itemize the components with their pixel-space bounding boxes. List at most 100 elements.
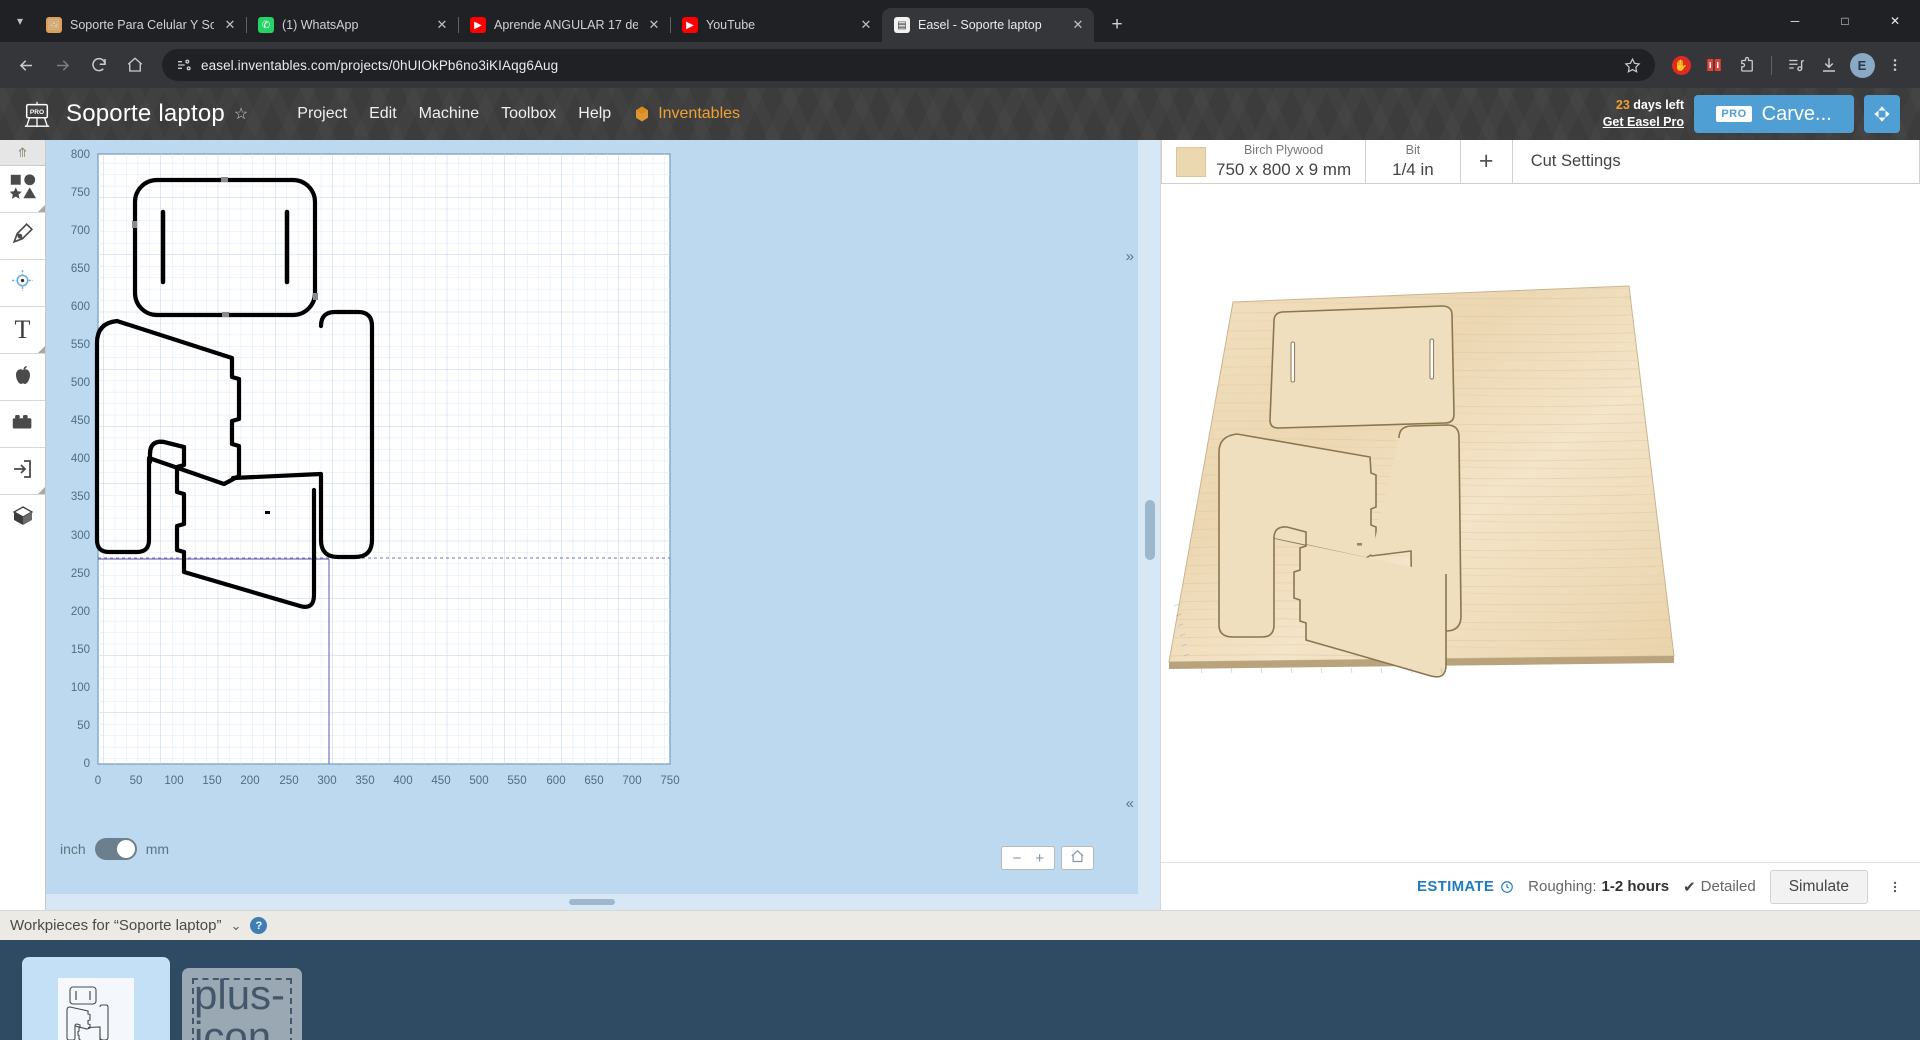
bookmark-star-icon[interactable] [1617, 50, 1647, 80]
canvas-vertical-scrollbar[interactable] [1138, 140, 1160, 910]
design-canvas[interactable]: 800 750 700 650 600 550 500 450 400 350 … [46, 140, 1160, 910]
forward-icon[interactable] [46, 49, 79, 82]
chevron-up-double-icon[interactable]: ⤊ [0, 140, 45, 166]
tab-close-icon[interactable]: ✕ [1070, 17, 1086, 33]
window-maximize-button[interactable]: □ [1820, 0, 1870, 42]
unit-inch-label: inch [60, 841, 86, 857]
svg-text:750: 750 [660, 775, 679, 787]
chevron-double-down-icon[interactable]: ⌄ [231, 918, 242, 934]
workpiece-thumbnail-1[interactable] [22, 957, 170, 1040]
svg-text:800: 800 [71, 149, 90, 161]
estimate-label: ESTIMATE [1417, 878, 1495, 895]
menu-toolbox[interactable]: Toolbox [490, 97, 567, 131]
browser-tab-strip: ▾ 🖼 Soporte Para Celular Y Soporte ✕ ✆ (… [0, 0, 1920, 42]
unit-toggle-switch[interactable] [94, 838, 137, 860]
whatsapp-icon: ✆ [258, 17, 274, 33]
estimate-bar: ESTIMATE Roughing: 1-2 hours ✔ Detailed … [1161, 862, 1920, 910]
svg-text:600: 600 [546, 775, 565, 787]
zoom-buttons-group[interactable]: − + [1001, 846, 1055, 870]
chevron-left-icon[interactable]: « [1126, 795, 1134, 812]
bit-label: Bit [1405, 143, 1421, 158]
bit-value: 1/4 in [1392, 159, 1434, 179]
browser-tab-0[interactable]: 🖼 Soporte Para Celular Y Soporte ✕ [34, 8, 247, 42]
material-selector[interactable]: Birch Plywood 750 x 800 x 9 mm [1162, 140, 1367, 183]
star-outline-icon[interactable]: ☆ [234, 104, 248, 124]
workpieces-title: Workpieces for “Soporte laptop” [10, 917, 222, 934]
blocks-tool[interactable] [0, 401, 45, 448]
canvas-svg[interactable]: 800 750 700 650 600 550 500 450 400 350 … [46, 140, 1160, 910]
browser-tab-4-active[interactable]: ▤ Easel - Soporte laptop ✕ [882, 8, 1094, 42]
scrollbar-thumb[interactable] [1145, 500, 1155, 560]
add-workpiece-button[interactable]: plus-icon [182, 968, 302, 1040]
window-minimize-button[interactable]: ─ [1770, 0, 1820, 42]
cut-settings-button[interactable]: Cut Settings [1513, 140, 1639, 183]
tab-close-icon[interactable]: ✕ [858, 17, 874, 33]
carve-button[interactable]: PRO Carve... [1694, 95, 1854, 133]
menu-help[interactable]: Help [567, 97, 622, 131]
profile-avatar-icon[interactable]: E [1847, 50, 1877, 80]
get-easel-pro-link[interactable]: Get Easel Pro [1603, 114, 1684, 131]
new-tab-button[interactable]: + [1102, 10, 1132, 40]
tool-rail: ⤊ T [0, 140, 46, 910]
preview-svg[interactable] [1161, 184, 1920, 784]
browser-tab-3[interactable]: ▶ YouTube ✕ [670, 8, 883, 42]
window-close-button[interactable]: ✕ [1870, 0, 1920, 42]
zoom-in-button[interactable]: + [1035, 850, 1044, 867]
home-icon [1070, 849, 1085, 868]
menu-project[interactable]: Project [286, 97, 358, 131]
browser-toolbar: easel.inventables.com/projects/0hUIOkPb6… [0, 42, 1920, 88]
address-bar[interactable]: easel.inventables.com/projects/0hUIOkPb6… [162, 49, 1655, 81]
browser-tab-2[interactable]: ▶ Aprende ANGULAR 17 desde c ✕ [458, 8, 671, 42]
adblock-icon[interactable]: ✋ [1666, 50, 1696, 80]
pen-tool[interactable] [0, 213, 45, 260]
svg-text:750: 750 [71, 187, 90, 199]
reload-icon[interactable] [82, 49, 115, 82]
tab-close-icon[interactable]: ✕ [646, 17, 662, 33]
menu-machine[interactable]: Machine [408, 97, 490, 131]
text-tool[interactable]: T [0, 307, 45, 354]
zoom-home-button[interactable] [1061, 846, 1094, 870]
shapes-tool[interactable] [0, 166, 45, 213]
browser-tab-1[interactable]: ✆ (1) WhatsApp ✕ [246, 8, 459, 42]
dictionary-icon[interactable] [1699, 50, 1729, 80]
simulate-button[interactable]: Simulate [1769, 869, 1868, 904]
chrome-menu-icon[interactable] [1880, 50, 1910, 80]
svg-text:400: 400 [393, 775, 412, 787]
chevron-right-icon[interactable]: » [1126, 248, 1134, 265]
help-icon[interactable]: ? [250, 917, 268, 934]
horizontal-splitter[interactable] [46, 894, 1138, 910]
downloads-icon[interactable] [1814, 50, 1844, 80]
small-detail-cut [265, 511, 270, 514]
inventables-logo-icon [633, 105, 651, 123]
back-icon[interactable] [10, 49, 43, 82]
svg-text:250: 250 [279, 775, 298, 787]
svg-text:400: 400 [71, 453, 90, 465]
image-icon: 🖼 [46, 17, 62, 33]
extensions-icon[interactable] [1732, 50, 1762, 80]
tab-title: YouTube [706, 18, 756, 32]
home-icon[interactable] [118, 49, 151, 82]
easel-pro-logo[interactable]: PRO [20, 97, 54, 131]
tab-close-icon[interactable]: ✕ [434, 17, 450, 33]
three-d-preview[interactable] [1161, 184, 1920, 862]
tab-list-chevron-icon[interactable]: ▾ [6, 0, 34, 42]
threed-tool[interactable] [0, 495, 45, 542]
bit-selector[interactable]: Bit 1/4 in [1366, 140, 1461, 183]
apps-tool[interactable] [0, 354, 45, 401]
center-point-tool[interactable] [0, 260, 45, 307]
media-playlist-icon[interactable] [1781, 50, 1811, 80]
zoom-out-button[interactable]: − [1012, 850, 1021, 867]
kebab-menu-icon[interactable] [1882, 870, 1908, 904]
carve-label: Carve... [1761, 102, 1832, 125]
tab-close-icon[interactable]: ✕ [222, 17, 238, 33]
svg-text:500: 500 [71, 377, 90, 389]
site-info-icon[interactable] [176, 57, 192, 73]
inventables-link[interactable]: Inventables [622, 97, 751, 131]
splitter-grip[interactable] [569, 899, 615, 905]
clock-icon[interactable] [1500, 880, 1514, 894]
move-arrows-icon[interactable] [1864, 95, 1900, 133]
unit-toggle[interactable]: inch mm [60, 838, 169, 860]
import-tool[interactable] [0, 448, 45, 495]
menu-edit[interactable]: Edit [358, 97, 408, 131]
add-bit-button[interactable]: + [1461, 140, 1513, 183]
